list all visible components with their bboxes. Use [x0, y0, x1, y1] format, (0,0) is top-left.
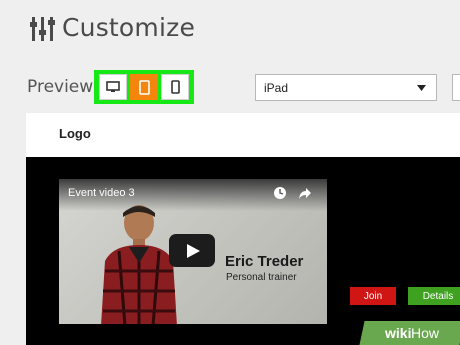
- next-control[interactable]: [452, 74, 460, 101]
- video-trainer-name: Eric Treder: [225, 253, 304, 270]
- logo-text: Logo: [59, 126, 91, 141]
- phone-preview-button[interactable]: [161, 74, 189, 100]
- share-icon[interactable]: [298, 186, 312, 200]
- watermark-suffix: How: [411, 325, 440, 341]
- monitor-icon: [106, 81, 120, 92]
- phone-icon: [170, 80, 180, 94]
- sliders-icon: [30, 17, 55, 41]
- join-button[interactable]: Join: [350, 287, 396, 305]
- device-select-value: iPad: [264, 81, 289, 95]
- page-title: Customize: [62, 13, 196, 42]
- tablet-icon: [138, 79, 150, 95]
- device-select[interactable]: iPad: [255, 74, 437, 101]
- video-trainer-role: Personal trainer: [226, 272, 297, 283]
- watermark-prefix: wiki: [384, 325, 412, 341]
- play-button[interactable]: [169, 234, 215, 267]
- video-player[interactable]: Event video 3 Eric Treder Personal train…: [59, 179, 327, 324]
- video-title: Event video 3: [68, 187, 135, 199]
- tablet-preview-button[interactable]: [130, 74, 158, 100]
- chevron-down-icon: [417, 85, 426, 91]
- device-toggle-group: [94, 70, 194, 104]
- hero-section: Event video 3 Eric Treder Personal train…: [26, 157, 460, 345]
- wikihow-watermark: wiki How: [359, 321, 460, 345]
- clock-icon[interactable]: [273, 186, 287, 200]
- preview-label: Preview: [27, 77, 94, 97]
- details-button[interactable]: Details: [408, 287, 460, 305]
- desktop-preview-button[interactable]: [99, 74, 127, 100]
- preview-panel: Logo Event video 3 Eric Treder Personal …: [26, 113, 460, 345]
